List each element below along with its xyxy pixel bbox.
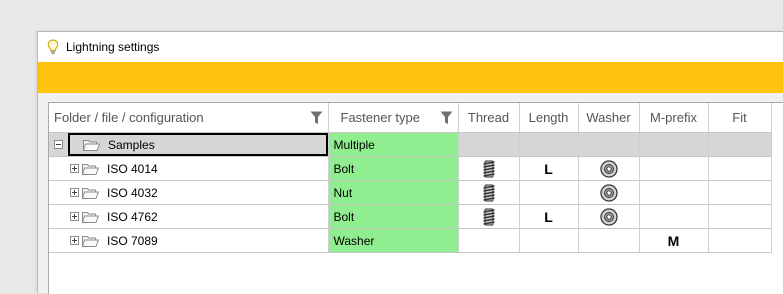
tree-item-label: ISO 4014 — [107, 161, 158, 176]
folder-icon — [82, 235, 99, 247]
column-header-fit[interactable]: Fit — [708, 103, 772, 133]
m-prefix-cell[interactable]: M — [639, 228, 709, 253]
selected-cell[interactable]: Samples — [68, 133, 328, 156]
fit-cell[interactable] — [708, 180, 772, 205]
washer-icon — [599, 207, 618, 226]
fastener-type-cell[interactable]: Washer — [328, 228, 459, 253]
group-row-samples[interactable]: Samples Multiple — [49, 132, 772, 157]
table-row[interactable]: ISO 4762 Bolt L — [49, 204, 772, 229]
m-prefix-cell[interactable] — [639, 132, 709, 157]
column-header-label: Fastener type — [340, 110, 421, 125]
m-prefix-indicator: M — [667, 232, 680, 249]
settings-grid: Folder / file / configuration Fastener t… — [48, 102, 783, 294]
thread-cell[interactable] — [458, 156, 520, 181]
fit-cell[interactable] — [708, 228, 772, 253]
tree-item-label: ISO 4032 — [107, 185, 158, 200]
fastener-type-cell[interactable]: Nut — [328, 180, 459, 205]
title-bar: Lightning settings — [38, 32, 783, 62]
washer-icon — [599, 183, 618, 202]
thread-cell[interactable] — [458, 132, 520, 157]
expand-icon[interactable] — [70, 236, 79, 245]
length-cell[interactable]: L — [519, 156, 579, 181]
washer-cell[interactable] — [578, 156, 640, 181]
column-header-washer[interactable]: Washer — [578, 103, 640, 133]
length-cell[interactable] — [519, 180, 579, 205]
length-indicator: L — [544, 208, 553, 225]
filter-icon[interactable] — [310, 110, 323, 126]
column-header-m-prefix[interactable]: M-prefix — [639, 103, 709, 133]
column-header-label: Folder / file / configuration — [54, 110, 204, 125]
tree-item-label: Samples — [108, 137, 155, 152]
column-header-folder[interactable]: Folder / file / configuration — [49, 103, 329, 133]
thread-icon — [482, 160, 496, 177]
column-header-fastener-type[interactable]: Fastener type — [328, 103, 459, 133]
expand-icon[interactable] — [70, 164, 79, 173]
table-row[interactable]: ISO 4014 Bolt L — [49, 156, 772, 181]
accent-banner — [38, 62, 783, 93]
fastener-table: Folder / file / configuration Fastener t… — [49, 103, 772, 253]
expand-icon[interactable] — [70, 188, 79, 197]
fit-cell[interactable] — [708, 204, 772, 229]
lightbulb-icon — [47, 39, 59, 55]
filter-icon[interactable] — [440, 110, 453, 126]
fastener-type-cell[interactable]: Multiple — [328, 132, 459, 157]
folder-icon — [82, 187, 99, 199]
tree-cell[interactable]: ISO 4032 — [49, 180, 329, 205]
folder-icon — [82, 211, 99, 223]
thread-icon — [482, 208, 496, 225]
lightning-settings-window: Lightning settings Folder / file / confi… — [37, 31, 783, 294]
thread-cell[interactable] — [458, 228, 520, 253]
washer-cell[interactable] — [578, 204, 640, 229]
tree-cell[interactable]: ISO 4762 — [49, 204, 329, 229]
fit-cell[interactable] — [708, 156, 772, 181]
m-prefix-cell[interactable] — [639, 204, 709, 229]
tree-cell[interactable]: ISO 7089 — [49, 228, 329, 253]
fit-cell[interactable] — [708, 132, 772, 157]
tree-item-label: ISO 7089 — [107, 233, 158, 248]
length-cell[interactable] — [519, 228, 579, 253]
washer-icon — [599, 159, 618, 178]
length-indicator: L — [544, 160, 553, 177]
window-title: Lightning settings — [66, 40, 160, 54]
length-cell[interactable] — [519, 132, 579, 157]
folder-icon — [82, 163, 99, 175]
collapse-icon[interactable] — [54, 140, 63, 149]
washer-cell[interactable] — [578, 132, 640, 157]
washer-cell[interactable] — [578, 228, 640, 253]
thread-icon — [482, 184, 496, 201]
length-cell[interactable]: L — [519, 204, 579, 229]
tree-item-label: ISO 4762 — [107, 209, 158, 224]
m-prefix-cell[interactable] — [639, 180, 709, 205]
m-prefix-cell[interactable] — [639, 156, 709, 181]
thread-cell[interactable] — [458, 180, 520, 205]
fastener-type-cell[interactable]: Bolt — [328, 204, 459, 229]
fastener-type-cell[interactable]: Bolt — [328, 156, 459, 181]
table-row[interactable]: ISO 4032 Nut — [49, 180, 772, 205]
thread-cell[interactable] — [458, 204, 520, 229]
column-header-thread[interactable]: Thread — [458, 103, 520, 133]
table-row[interactable]: ISO 7089 Washer M — [49, 228, 772, 253]
expand-icon[interactable] — [70, 212, 79, 221]
column-header-length[interactable]: Length — [519, 103, 579, 133]
washer-cell[interactable] — [578, 180, 640, 205]
tree-cell[interactable]: ISO 4014 — [49, 156, 329, 181]
folder-icon — [83, 139, 100, 151]
tree-cell[interactable]: Samples — [49, 132, 329, 157]
